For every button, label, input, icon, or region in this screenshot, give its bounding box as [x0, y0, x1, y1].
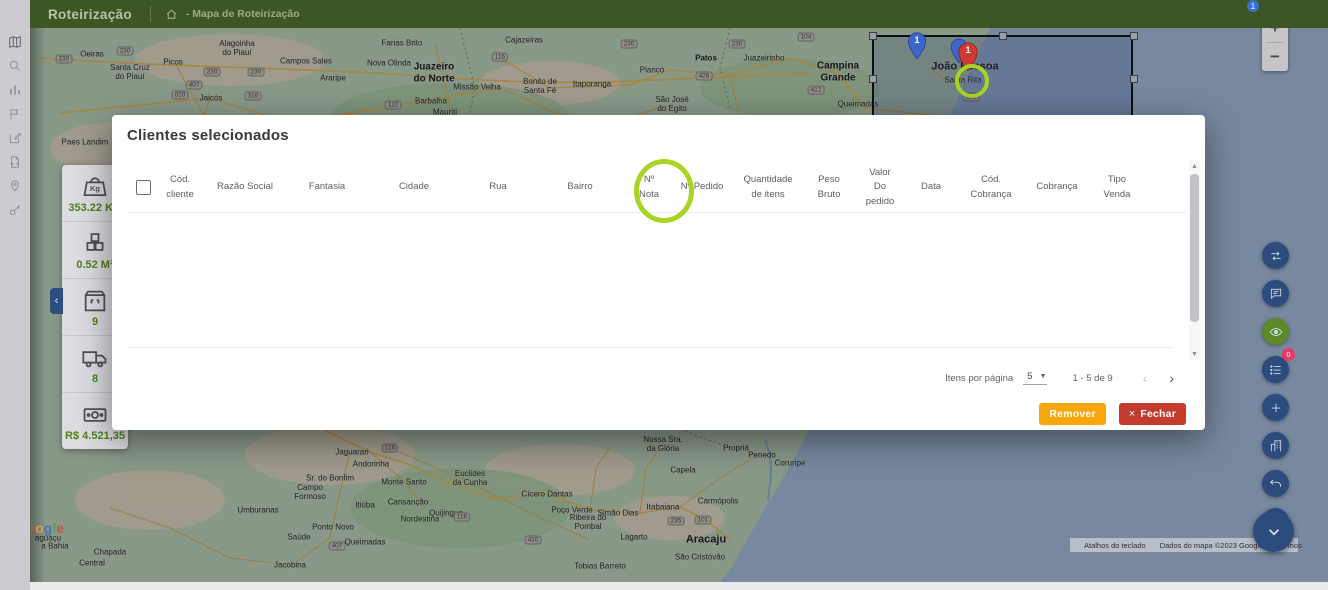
column-header: Bairro — [534, 180, 626, 194]
column-header: Nº Nota — [626, 173, 672, 202]
column-header: Valor Do pedido — [854, 166, 906, 209]
weight-kg-icon: Kg — [80, 173, 110, 201]
column-header: Data — [906, 180, 956, 194]
items-per-page-label: Itens por página — [945, 373, 1013, 384]
dialog-title: Clientes selecionados — [127, 127, 289, 144]
fab-undo[interactable] — [1262, 470, 1289, 497]
flag-icon — [8, 107, 22, 121]
sidebar-item-pin[interactable] — [0, 174, 30, 198]
svg-text:Kg: Kg — [90, 184, 100, 193]
fab-building[interactable] — [1262, 432, 1289, 459]
package-icon — [80, 287, 110, 315]
column-header: Cobrança — [1026, 180, 1088, 194]
selection-handle[interactable] — [869, 75, 877, 83]
divider — [128, 347, 1172, 348]
selection-handle[interactable] — [1130, 32, 1138, 40]
tools-badge: 1 — [1247, 0, 1259, 12]
close-button[interactable]: × Fechar — [1119, 403, 1186, 425]
search-icon — [8, 59, 22, 73]
home-icon[interactable] — [165, 8, 178, 21]
sidebar-item-file[interactable] — [0, 150, 30, 174]
scroll-down-icon[interactable]: ▼ — [1191, 348, 1198, 360]
stat-value: 9 — [92, 316, 98, 328]
stat-value: 0.52 M³ — [76, 259, 113, 271]
selection-handle[interactable] — [1130, 75, 1138, 83]
page-bottom-strip — [30, 582, 1328, 590]
pin-icon — [8, 179, 22, 193]
divider — [150, 6, 151, 22]
app-title: Roteirização — [48, 7, 132, 22]
money-icon — [80, 401, 110, 429]
chat-icon — [1269, 287, 1283, 301]
selection-handle[interactable] — [869, 32, 877, 40]
map-icon — [8, 35, 22, 49]
scroll-up-icon[interactable]: ▲ — [1191, 160, 1198, 172]
list-icon — [1269, 363, 1283, 377]
sidebar-item-edit[interactable] — [0, 126, 30, 150]
caret-down-icon: ▼ — [1040, 373, 1047, 380]
column-header: Peso Bruto — [804, 173, 854, 202]
edit-icon — [8, 131, 22, 145]
collapse-drawer-button[interactable]: ‹ — [50, 288, 63, 314]
map-marker-blue[interactable]: 1 — [907, 32, 927, 60]
key-icon — [8, 203, 22, 217]
select-all-checkbox[interactable] — [128, 180, 158, 195]
cubes-icon — [80, 230, 110, 258]
column-header: Razão Social — [202, 180, 288, 194]
close-x-icon: × — [1129, 408, 1136, 420]
remove-button[interactable]: Remover — [1039, 403, 1105, 425]
selection-handle[interactable] — [999, 32, 1007, 40]
scrollbar-thumb[interactable] — [1190, 174, 1199, 322]
eye-icon — [1269, 325, 1283, 339]
column-header: Tipo Venda — [1088, 173, 1146, 202]
column-header: Cód. Cobrança — [956, 173, 1026, 202]
previous-page-button[interactable]: ‹ — [1143, 370, 1148, 386]
plus-icon — [1269, 401, 1283, 415]
sidebar-item-key[interactable] — [0, 198, 30, 222]
list-badge: 0 — [1282, 348, 1295, 361]
divider — [128, 212, 1186, 213]
column-header: Cidade — [366, 180, 462, 194]
fab-swap-horizontal[interactable] — [1262, 242, 1289, 269]
zoom-out-button[interactable]: − — [1262, 43, 1288, 71]
column-header: Quantidade de itens — [732, 173, 804, 202]
building-icon — [1269, 439, 1283, 453]
next-page-button[interactable]: › — [1169, 370, 1174, 386]
items-per-page-select[interactable]: 5▼ — [1023, 371, 1046, 385]
truck-icon — [80, 344, 110, 372]
file-icon — [8, 155, 22, 169]
sidebar-item-search[interactable] — [0, 54, 30, 78]
breadcrumb: - Mapa de Roteirização — [186, 8, 300, 20]
chevron-down-icon — [1265, 523, 1283, 541]
table-header-row: Cód. clienteRazão SocialFantasiaCidadeRu… — [128, 163, 1174, 212]
map-data-label: Dados do mapa ©2023 Google — [1160, 541, 1264, 550]
undo-icon — [1269, 477, 1283, 491]
left-icon-sidebar — [0, 0, 30, 590]
column-header: Nº Pedido — [672, 180, 732, 194]
fab-eye[interactable] — [1262, 318, 1289, 345]
expand-actions-button[interactable] — [1253, 511, 1294, 552]
stat-value: R$ 4.521,35 — [65, 430, 125, 442]
drawer-shadow — [30, 28, 46, 582]
page-range-label: 1 - 5 de 9 — [1073, 373, 1113, 384]
top-app-bar: Roteirização - Mapa de Roteirização — [30, 0, 1328, 28]
sidebar-item-flag[interactable] — [0, 102, 30, 126]
clipped-table-row: RIBEIRO — [213, 355, 333, 361]
table-scrollbar[interactable]: ▲ ▼ — [1189, 160, 1200, 360]
map-marker-red[interactable]: 1 — [957, 42, 979, 72]
swap-horizontal-icon — [1269, 249, 1283, 263]
selected-clients-dialog: Clientes selecionados Cód. clienteRazão … — [112, 115, 1205, 430]
column-header: Rua — [462, 180, 534, 194]
fab-plus[interactable] — [1262, 394, 1289, 421]
fab-chat[interactable] — [1262, 280, 1289, 307]
column-header: Cód. cliente — [158, 173, 202, 202]
sidebar-item-chart[interactable] — [0, 78, 30, 102]
chart-icon — [8, 83, 22, 97]
sidebar-item-map[interactable] — [0, 30, 30, 54]
keyboard-shortcuts-link[interactable]: Atalhos do teclado — [1084, 541, 1146, 550]
pagination: Itens por página 5▼ 1 - 5 de 9 ‹ › — [945, 367, 1174, 389]
column-header: Fantasia — [288, 180, 366, 194]
stat-value: 8 — [92, 373, 98, 385]
